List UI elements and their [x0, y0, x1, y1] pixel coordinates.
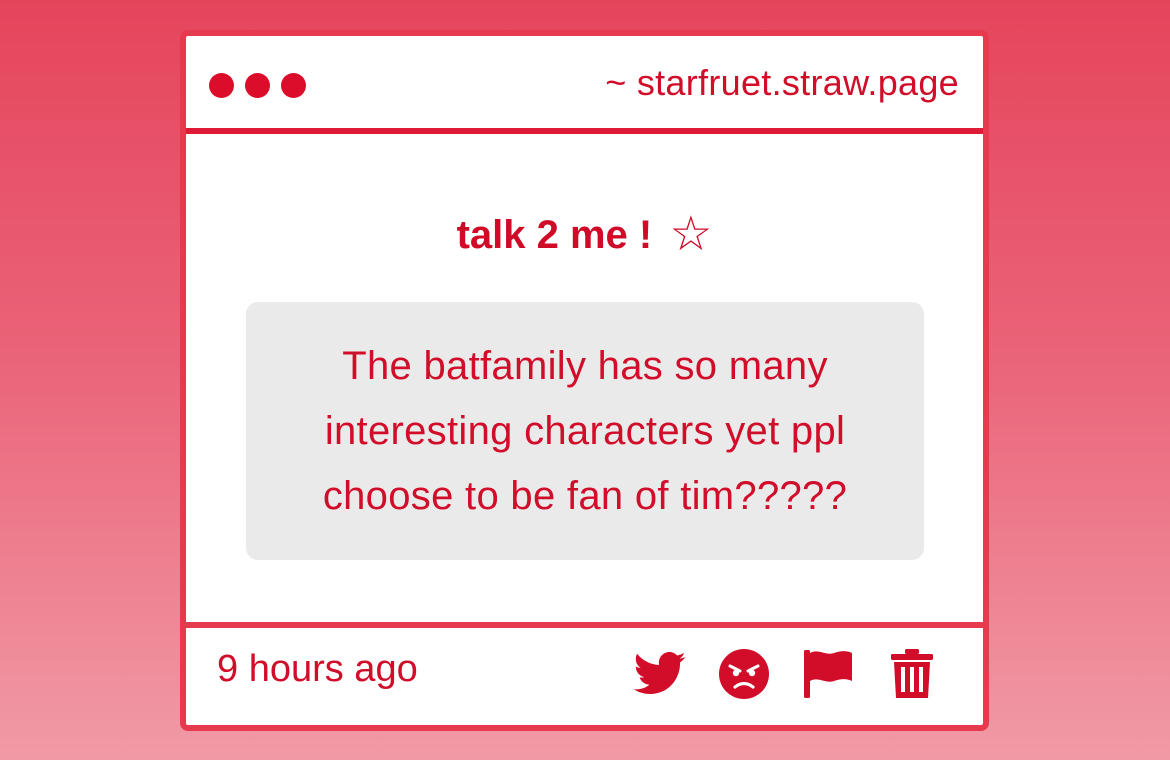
- twitter-button[interactable]: [633, 647, 687, 701]
- window-dot-2[interactable]: [245, 73, 270, 98]
- prompt-title: talk 2 me ! ☆: [186, 206, 983, 262]
- delete-button[interactable]: [885, 647, 939, 701]
- report-button[interactable]: [801, 647, 855, 701]
- message-footer: 9 hours ago: [186, 622, 983, 725]
- message-box: The batfamily has so many interesting ch…: [246, 302, 924, 560]
- star-icon: ☆: [669, 208, 713, 261]
- window-dot-1[interactable]: [209, 73, 234, 98]
- window-dot-3[interactable]: [281, 73, 306, 98]
- window-controls: [209, 73, 306, 98]
- angry-reaction-button[interactable]: [717, 647, 771, 701]
- message-timestamp: 9 hours ago: [217, 648, 418, 690]
- prompt-title-text: talk 2 me !: [456, 213, 653, 257]
- flag-icon: [804, 650, 852, 698]
- message-text: The batfamily has so many interesting ch…: [322, 343, 848, 518]
- window-titlebar: ~ starfruet.straw.page: [186, 36, 983, 134]
- message-content: talk 2 me ! ☆ The batfamily has so many …: [186, 134, 983, 622]
- message-card-window: ~ starfruet.straw.page talk 2 me ! ☆ The…: [180, 30, 989, 731]
- twitter-icon: [633, 652, 686, 695]
- page-url: ~ starfruet.straw.page: [605, 62, 959, 103]
- angry-face-icon: [719, 649, 769, 699]
- message-actions: [633, 647, 939, 701]
- trash-icon: [891, 649, 933, 698]
